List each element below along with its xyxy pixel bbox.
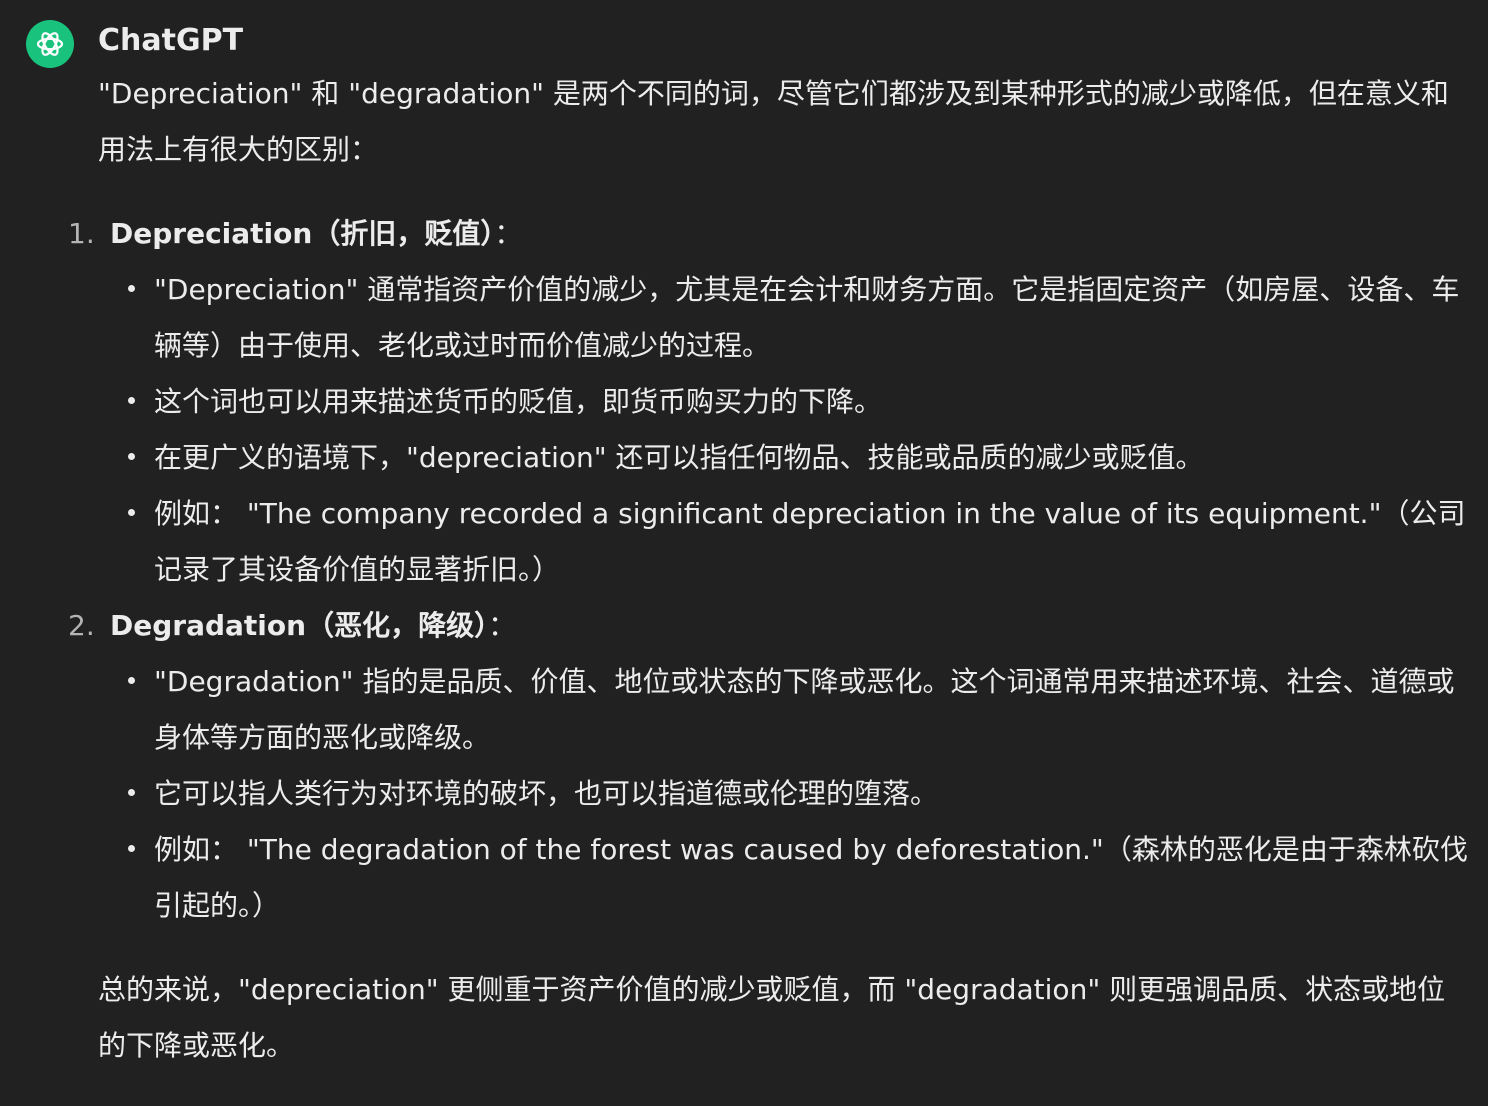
- heading-colon: ：: [494, 217, 523, 250]
- bullet-item: 这个词也可以用来描述货币的贬值，即货币购买力的下降。: [128, 374, 1473, 430]
- bullet-item: 它可以指人类行为对环境的破坏，也可以指道德或伦理的堕落。: [128, 766, 1473, 822]
- section-heading: Degradation（恶化，降级）: [110, 609, 489, 642]
- list-number: 1.: [68, 217, 95, 250]
- openai-logo-icon: [36, 32, 64, 56]
- list-item-depreciation: 1. Depreciation（折旧，贬值）： "Depreciation" 通…: [68, 206, 1473, 598]
- list-item-degradation: 2. Degradation（恶化，降级）： "Degradation" 指的是…: [68, 598, 1473, 934]
- bullet-item: 在更广义的语境下，"depreciation" 还可以指任何物品、技能或品质的减…: [128, 430, 1473, 486]
- message-content: "Depreciation" 和 "degradation" 是两个不同的词，尽…: [68, 66, 1473, 1074]
- bullet-item: 例如： "The company recorded a significant …: [128, 486, 1473, 598]
- chatgpt-avatar: [26, 20, 74, 68]
- bullet-item: "Degradation" 指的是品质、价值、地位或状态的下降或恶化。这个词通常…: [128, 654, 1473, 766]
- bullet-item: "Depreciation" 通常指资产价值的减少，尤其是在会计和财务方面。它是…: [128, 262, 1473, 374]
- numbered-list: 1. Depreciation（折旧，贬值）： "Depreciation" 通…: [68, 206, 1473, 934]
- summary-paragraph: 总的来说，"depreciation" 更侧重于资产价值的减少或贬值，而 "de…: [98, 973, 1446, 1062]
- section-heading: Depreciation（折旧，贬值）: [110, 217, 495, 250]
- bullet-list: "Degradation" 指的是品质、价值、地位或状态的下降或恶化。这个词通常…: [110, 654, 1473, 934]
- intro-paragraph: "Depreciation" 和 "degradation" 是两个不同的词，尽…: [98, 77, 1449, 166]
- list-number: 2.: [68, 609, 95, 642]
- bullet-item: 例如： "The degradation of the forest was c…: [128, 822, 1473, 934]
- bullet-list: "Depreciation" 通常指资产价值的减少，尤其是在会计和财务方面。它是…: [110, 262, 1473, 598]
- heading-colon: ：: [488, 609, 517, 642]
- author-name: ChatGPT: [98, 23, 244, 58]
